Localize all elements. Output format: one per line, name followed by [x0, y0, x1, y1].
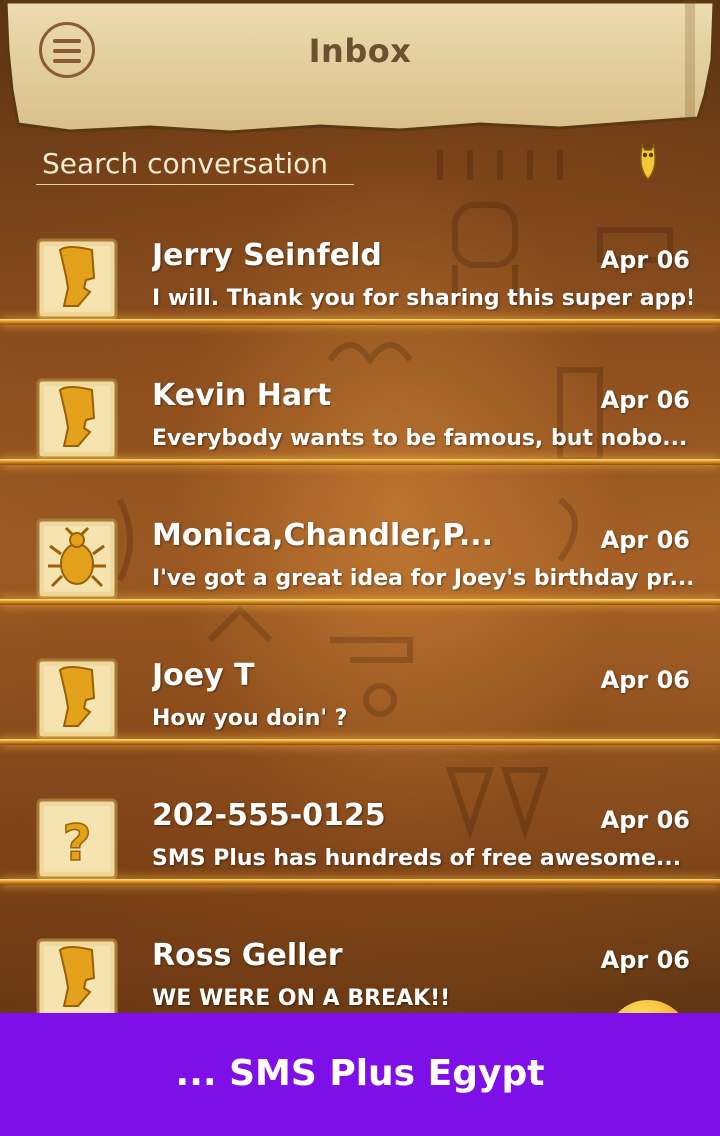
message-preview: I've got a great idea for Joey's birthda… [152, 566, 692, 591]
page-title: Inbox [308, 32, 412, 70]
nefertiti-icon [36, 938, 118, 1020]
contact-name: 202-555-0125 [152, 798, 386, 833]
message-preview: How you doin' ? [152, 706, 348, 731]
nefertiti-icon [36, 658, 118, 740]
row-divider [0, 879, 720, 885]
nefertiti-icon [36, 378, 118, 460]
question-mark-icon: ? [36, 798, 118, 880]
conversation-row[interactable]: Jerry Seinfeld Apr 06 I will. Thank you … [0, 230, 720, 370]
parchment-banner [4, 0, 716, 134]
message-preview: SMS Plus has hundreds of free awesome... [152, 846, 682, 871]
conversation-row[interactable]: Monica,Chandler,P... Apr 06 I've got a g… [0, 510, 720, 650]
row-divider [0, 599, 720, 605]
search-input[interactable]: Search conversation [36, 143, 354, 185]
conversation-row[interactable]: Joey T Apr 06 How you doin' ? [0, 650, 720, 790]
header-bar: Inbox [0, 0, 720, 140]
scarab-icon [36, 518, 118, 600]
contact-name: Kevin Hart [152, 378, 332, 413]
message-preview: Everybody wants to be famous, but nobo..… [152, 426, 688, 451]
message-preview: WE WERE ON A BREAK!! [152, 986, 451, 1011]
message-date: Apr 06 [600, 526, 690, 554]
contact-name: Monica,Chandler,P... [152, 518, 494, 553]
conversation-row[interactable]: Kevin Hart Apr 06 Everybody wants to be … [0, 370, 720, 510]
contact-name: Ross Geller [152, 938, 343, 973]
message-date: Apr 06 [600, 246, 690, 274]
row-divider [0, 739, 720, 745]
owl-icon[interactable] [636, 141, 660, 181]
message-preview: I will. Thank you for sharing this super… [152, 286, 692, 311]
contact-name: Joey T [152, 658, 255, 693]
promo-banner-text: ... SMS Plus Egypt [175, 1053, 545, 1094]
message-date: Apr 06 [600, 946, 690, 974]
row-divider [0, 319, 720, 325]
row-divider [0, 459, 720, 465]
svg-text:?: ? [62, 814, 91, 872]
nefertiti-icon [36, 238, 118, 320]
message-date: Apr 06 [600, 666, 690, 694]
conversation-row[interactable]: ? 202-555-0125 Apr 06 SMS Plus has hundr… [0, 790, 720, 930]
message-date: Apr 06 [600, 386, 690, 414]
contact-name: Jerry Seinfeld [152, 238, 382, 273]
message-date: Apr 06 [600, 806, 690, 834]
